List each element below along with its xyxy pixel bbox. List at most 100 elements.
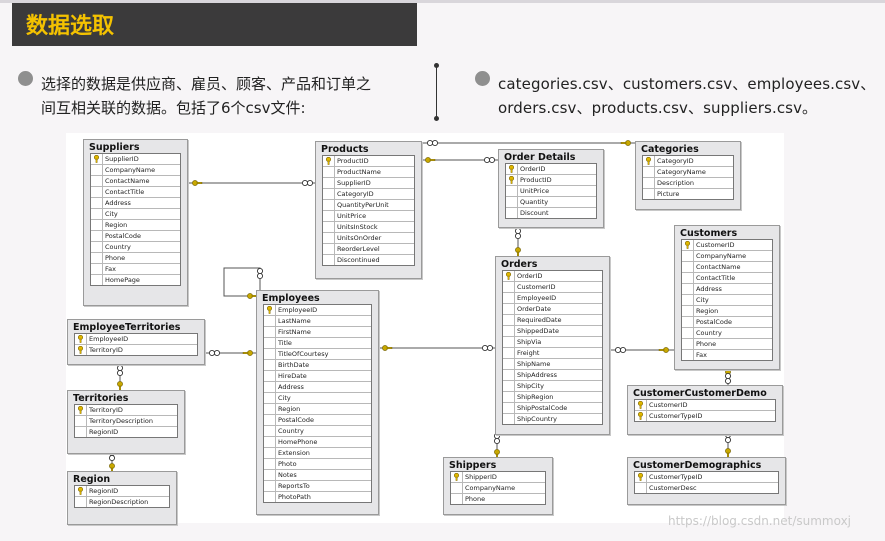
table-name: Shippers: [449, 460, 497, 471]
field-name: Photo: [278, 460, 297, 468]
field-name: Discount: [520, 209, 549, 217]
key-cell: [264, 481, 276, 491]
field-row: Phone: [91, 253, 180, 264]
field-name: ShipName: [517, 360, 551, 368]
field-row: PostalCode: [682, 317, 772, 328]
key-cell: [503, 381, 515, 391]
key-cell: [635, 411, 647, 421]
table-name: Employees: [262, 293, 320, 304]
field-name: PhotoPath: [278, 493, 311, 501]
field-row: CategoryID: [323, 189, 414, 200]
field-name: Quantity: [520, 198, 549, 206]
many-end-icon: [614, 346, 627, 354]
field-row: Notes: [264, 470, 371, 481]
key-cell: [264, 305, 276, 315]
table-name: Categories: [641, 144, 699, 155]
key-cell: [451, 472, 463, 482]
field-name: ShippedDate: [517, 327, 559, 335]
field-name: Region: [696, 307, 719, 315]
key-cell: [323, 200, 335, 210]
field-row: Phone: [451, 494, 545, 504]
field-list: OrderID CustomerID EmployeeID OrderDate Requ…: [502, 270, 603, 425]
field-row: QuantityPerUnit: [323, 200, 414, 211]
field-row: Description: [643, 178, 733, 189]
many-end-icon: [426, 139, 439, 147]
key-cell: [323, 189, 335, 199]
key-cell: [682, 273, 694, 283]
field-row: PostalCode: [264, 415, 371, 426]
field-row: OrderDate: [503, 304, 602, 315]
table-name: CustomerCustomerDemo: [633, 388, 767, 399]
field-list: CustomerID CustomerTypeID: [634, 399, 776, 422]
field-row: HomePhone: [264, 437, 371, 448]
field-name: Region: [278, 405, 301, 413]
field-name: EmployeeID: [278, 306, 318, 314]
field-row: CategoryID: [643, 156, 733, 167]
key-cell: [503, 403, 515, 413]
table-customercustomerdemo: CustomerCustomerDemo CustomerID CustomerTy…: [627, 385, 783, 435]
field-row: UnitPrice: [506, 186, 596, 197]
field-list: CategoryID CategoryName Description Picture: [642, 155, 734, 200]
field-row: HomePage: [91, 275, 180, 285]
field-name: Address: [696, 285, 722, 293]
field-row: Discontinued: [323, 255, 414, 265]
field-row: Discount: [506, 208, 596, 218]
table-name: CustomerDemographics: [633, 460, 762, 471]
key-cell: [264, 316, 276, 326]
primary-key-icon: [78, 346, 83, 354]
field-row: CustomerID: [635, 400, 775, 411]
field-name: Picture: [657, 190, 680, 198]
key-cell: [91, 231, 103, 241]
field-list: OrderID ProductID UnitPrice Quantity Discoun…: [505, 163, 597, 219]
title-bar: 数据选取: [12, 3, 417, 46]
table-shippers: Shippers ShipperID CompanyName Phone: [443, 457, 553, 515]
field-list: ProductID ProductName SupplierID CategoryID…: [322, 155, 415, 266]
key-cell: [506, 197, 518, 207]
relationship-line: [223, 267, 261, 297]
key-cell: [323, 244, 335, 254]
field-name: Freight: [517, 349, 540, 357]
field-name: SupplierID: [337, 179, 371, 187]
field-name: ShipAddress: [517, 371, 558, 379]
field-name: City: [278, 394, 291, 402]
key-cell: [682, 251, 694, 261]
table-customers: Customers CustomerID CompanyName ContactNam…: [674, 225, 780, 370]
field-row: CustomerTypeID: [635, 472, 778, 483]
field-row: ProductID: [323, 156, 414, 167]
primary-key-icon: [94, 155, 99, 163]
intro-left-line-2: 间互相关联的数据。包括了6个csv文件:: [41, 99, 306, 117]
field-row: UnitsInStock: [323, 222, 414, 233]
key-cell: [451, 494, 463, 504]
key-cell: [75, 427, 87, 437]
field-name: Phone: [465, 495, 486, 503]
field-name: HireDate: [278, 372, 307, 380]
table-orders: Orders OrderID CustomerID EmployeeID OrderDa…: [495, 256, 610, 435]
one-end-key-icon: [425, 157, 436, 163]
key-cell: [91, 242, 103, 252]
key-cell: [323, 255, 335, 265]
field-name: RegionDescription: [89, 498, 149, 506]
field-list: TerritoryID TerritoryDescription RegionID: [74, 404, 178, 438]
field-name: TerritoryID: [89, 346, 123, 354]
intro-right-line-1: categories.csv、customers.csv、employees.c…: [498, 75, 876, 93]
key-cell: [682, 284, 694, 294]
field-name: HomePage: [105, 276, 140, 284]
field-row: LastName: [264, 316, 371, 327]
key-cell: [264, 437, 276, 447]
key-cell: [91, 176, 103, 186]
field-row: UnitPrice: [323, 211, 414, 222]
field-name: ShipperID: [465, 473, 497, 481]
field-row: CompanyName: [91, 165, 180, 176]
primary-key-icon: [78, 335, 83, 343]
many-end-icon: [514, 227, 522, 240]
key-cell: [643, 178, 655, 188]
field-row: Title: [264, 338, 371, 349]
bullet-icon: [475, 71, 490, 86]
field-list: RegionID RegionDescription: [74, 485, 170, 508]
primary-key-icon: [78, 487, 83, 495]
field-name: ProductID: [337, 157, 369, 165]
field-name: ProductID: [520, 176, 552, 184]
key-cell: [635, 483, 647, 493]
field-row: ProductName: [323, 167, 414, 178]
field-list: EmployeeID LastName FirstName Title TitleOfC…: [263, 304, 372, 503]
